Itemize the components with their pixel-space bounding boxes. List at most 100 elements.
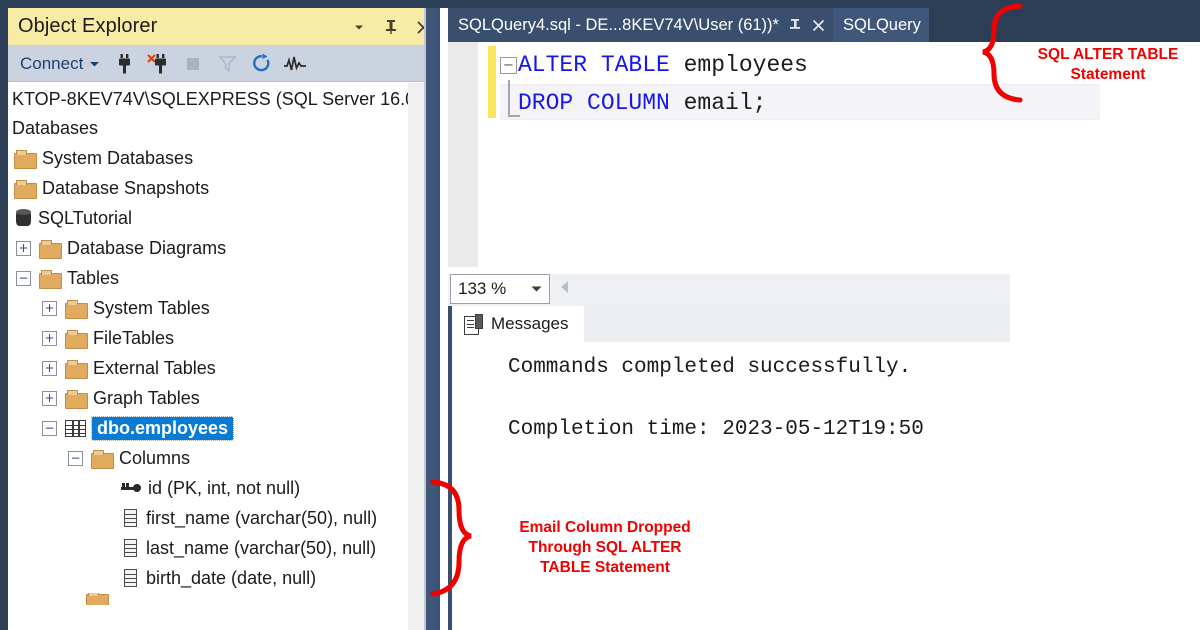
tab-sqlquery-next[interactable]: SQLQuery: [832, 8, 929, 42]
tab-label: SQLQuery: [842, 15, 921, 34]
table-icon: [65, 419, 86, 437]
stop-icon[interactable]: [176, 49, 210, 79]
code-keyword: DROP COLUMN: [518, 90, 670, 116]
tree-node-database-diagrams[interactable]: + Database Diagrams: [8, 233, 424, 263]
tree-node-dbo-employees[interactable]: − dbo.employees: [8, 413, 424, 443]
annotation-bottom-text: Email Column Dropped Through SQL ALTER T…: [490, 518, 720, 577]
connect-button-label: Connect: [20, 53, 84, 73]
server-node-label: KTOP-8KEV74V\SQLEXPRESS (SQL Server 16.0…: [12, 88, 424, 109]
tree-node-server[interactable]: KTOP-8KEV74V\SQLEXPRESS (SQL Server 16.0…: [8, 85, 424, 113]
connect-button[interactable]: Connect: [20, 54, 108, 74]
object-explorer-tree[interactable]: KTOP-8KEV74V\SQLEXPRESS (SQL Server 16.0…: [8, 83, 424, 630]
close-icon[interactable]: [812, 19, 825, 32]
tree-node-label: Tables: [67, 267, 120, 288]
chevron-down-icon: [531, 286, 542, 292]
object-explorer-panel: Object Explorer Connect KTOP-8KEV74V\SQL…: [8, 8, 440, 630]
expand-icon[interactable]: +: [42, 390, 57, 406]
tree-node-label: id (PK, int, not null): [148, 477, 301, 498]
editor-gutter: [448, 42, 478, 267]
object-explorer-scrollbar[interactable]: [408, 83, 424, 630]
code-identifier: employees: [669, 52, 808, 78]
filter-icon[interactable]: [210, 49, 244, 79]
tree-node-label: Columns: [119, 447, 191, 468]
code-line-1: − ALTER TABLE employees: [500, 46, 808, 84]
tree-node-external-tables[interactable]: + External Tables: [8, 353, 424, 383]
annotation-line: SQL ALTER TABLE: [1037, 46, 1179, 63]
messages-icon: [464, 314, 483, 335]
message-line: Commands completed successfully.: [508, 356, 912, 379]
code-keyword: ALTER TABLE: [518, 52, 670, 78]
column-icon: [124, 569, 137, 587]
tree-node-tables[interactable]: − Tables: [8, 263, 424, 293]
folder-icon: [86, 593, 109, 605]
collapse-icon[interactable]: −: [16, 270, 31, 286]
folder-icon: [65, 299, 88, 319]
annotation-top-text: SQL ALTER TABLE Statement: [1020, 45, 1196, 85]
disconnect-plug-icon[interactable]: [142, 49, 176, 79]
folder-icon: [39, 269, 62, 289]
tree-node-label: Database Diagrams: [67, 237, 227, 258]
message-line: Completion time: 2023-05-12T19:50: [508, 418, 924, 441]
annotation-line: Email Column Dropped: [519, 519, 691, 536]
folder-icon: [91, 449, 114, 469]
annotation-line: TABLE Statement: [540, 558, 670, 576]
tree-node-column-birth-date[interactable]: birth_date (date, null): [8, 563, 424, 593]
folder-icon: [65, 359, 88, 379]
messages-output[interactable]: Commands completed successfully. Complet…: [452, 342, 1010, 630]
column-icon: [124, 539, 137, 557]
code-identifier: email;: [669, 90, 767, 116]
pin-icon[interactable]: [382, 18, 400, 36]
tree-node-label: System Databases: [42, 147, 194, 168]
annotation-brace-bottom: [430, 479, 472, 597]
tree-node-columns[interactable]: − Columns: [8, 443, 424, 473]
tree-node-label: last_name (varchar(50), null): [146, 537, 377, 558]
activity-monitor-icon[interactable]: [278, 49, 312, 79]
tab-messages[interactable]: Messages: [452, 306, 585, 342]
expand-icon[interactable]: +: [42, 300, 57, 316]
collapse-region-icon[interactable]: −: [500, 56, 517, 74]
editor-statusbar: 133 %: [448, 274, 1010, 306]
object-explorer-toolbar: Connect: [8, 46, 440, 82]
unsaved-change-bar: [488, 46, 496, 118]
tree-node-label: Database Snapshots: [42, 177, 210, 198]
tree-node-column-last-name[interactable]: last_name (varchar(50), null): [8, 533, 424, 563]
tab-label: Messages: [491, 314, 569, 333]
tree-node-column-first-name[interactable]: first_name (varchar(50), null): [8, 503, 424, 533]
annotation-line: Through SQL ALTER: [528, 538, 682, 556]
collapse-icon[interactable]: −: [42, 420, 57, 436]
collapse-icon[interactable]: −: [68, 450, 83, 466]
tab-sqlquery4[interactable]: SQLQuery4.sql - DE...8KEV74V\User (61))*: [448, 8, 833, 42]
tree-node-label: System Tables: [93, 297, 210, 318]
folder-icon: [65, 389, 88, 409]
expand-icon[interactable]: +: [16, 240, 31, 256]
horizontal-scroll-left-arrow[interactable]: [560, 280, 570, 298]
expand-icon[interactable]: +: [42, 330, 57, 346]
code-lines[interactable]: − ALTER TABLE employees DROP COLUMN email…: [500, 46, 808, 122]
tree-node-database-snapshots[interactable]: Database Snapshots: [8, 173, 424, 203]
tree-node-graph-tables[interactable]: + Graph Tables: [8, 383, 424, 413]
tree-node-databases[interactable]: Databases: [8, 113, 424, 143]
refresh-icon[interactable]: [244, 49, 278, 79]
folder-icon: [14, 179, 37, 199]
zoom-level-select[interactable]: 133 %: [450, 274, 550, 304]
pin-icon[interactable]: [789, 18, 802, 32]
expand-icon[interactable]: +: [42, 360, 57, 376]
tree-node-filetables[interactable]: + FileTables: [8, 323, 424, 353]
annotation-line: Statement: [1070, 65, 1146, 83]
tree-node-label: Databases: [12, 117, 99, 138]
tree-node-label: SQLTutorial: [38, 207, 133, 228]
window-frame-left: [0, 0, 8, 630]
tree-node-label: birth_date (date, null): [146, 567, 317, 588]
folder-icon: [65, 329, 88, 349]
tree-node-system-databases[interactable]: System Databases: [8, 143, 424, 173]
chevron-down-icon[interactable]: [350, 18, 368, 36]
tree-node-partial[interactable]: [8, 593, 424, 605]
selected-table-label: dbo.employees: [90, 415, 235, 441]
editor-tabstrip: SQLQuery4.sql - DE...8KEV74V\User (61))*…: [448, 8, 1200, 42]
database-icon: [14, 208, 34, 228]
tree-node-system-tables[interactable]: + System Tables: [8, 293, 424, 323]
connect-plug-icon[interactable]: [108, 49, 142, 79]
tree-node-sqltutorial[interactable]: SQLTutorial: [8, 203, 424, 233]
tree-node-column-id[interactable]: id (PK, int, not null): [8, 473, 424, 503]
